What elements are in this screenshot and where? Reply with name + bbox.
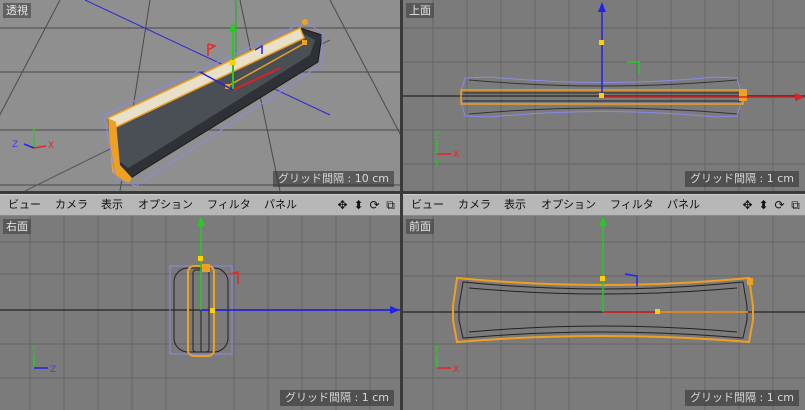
menu-panel[interactable]: パネル — [264, 198, 297, 212]
viewport-menubar-left: ビュー カメラ 表示 オプション フィルタ パネル ✥ ⬍ ⟳ ⧉ — [0, 194, 400, 216]
axis-indicator-front: Y X — [433, 345, 459, 375]
axis-indicator-top: Z X Y — [433, 131, 459, 169]
viewport-title-perspective[interactable]: 透視 — [3, 3, 31, 18]
right-grid — [0, 216, 400, 410]
front-gizmo[interactable] — [599, 216, 748, 314]
axis-indicator-right: Y Z — [30, 345, 56, 375]
svg-text:X: X — [453, 150, 459, 160]
svg-text:Y: Y — [433, 345, 440, 355]
viewport-title-front[interactable]: 前面 — [406, 219, 434, 234]
right-viewport[interactable]: Y Z 右面 グリッド間隔 : 1 cm — [0, 216, 400, 410]
viewport-menubar-right: ビュー カメラ 表示 オプション フィルタ パネル ✥ ⬍ ⟳ ⧉ — [403, 194, 805, 216]
front-scene: Y X — [403, 216, 805, 410]
menu-display[interactable]: 表示 — [504, 198, 526, 212]
menu-view[interactable]: ビュー — [411, 198, 444, 212]
menu-display[interactable]: 表示 — [101, 198, 123, 212]
perspective-viewport[interactable]: Y X Z 透視 グリッド間隔 : 10 cm — [0, 0, 400, 191]
svg-text:Z: Z — [434, 131, 440, 141]
right-scene: Y Z — [0, 216, 400, 410]
front-viewport[interactable]: Y X 前面 グリッド間隔 : 1 cm — [403, 216, 805, 410]
toggle-layout-icon[interactable]: ⧉ — [788, 197, 803, 213]
grid-spacing-top: グリッド間隔 : 1 cm — [685, 171, 799, 187]
svg-text:Y: Y — [433, 159, 440, 169]
dolly-view-icon[interactable]: ⬍ — [351, 197, 366, 213]
menu-camera[interactable]: カメラ — [55, 198, 88, 212]
svg-text:X: X — [453, 365, 459, 375]
menu-filter[interactable]: フィルタ — [610, 198, 654, 212]
svg-text:X: X — [48, 141, 54, 151]
svg-text:Y: Y — [30, 127, 37, 137]
menu-camera[interactable]: カメラ — [458, 198, 491, 212]
cinema4d-viewports: Y X Z 透視 グリッド間隔 : 10 cm Z X Y 上面 グリッド間隔 … — [0, 0, 805, 410]
svg-text:Z: Z — [50, 365, 56, 375]
top-scene: Z X Y — [403, 0, 805, 191]
svg-text:Y: Y — [30, 345, 37, 355]
top-viewport[interactable]: Z X Y 上面 グリッド間隔 : 1 cm — [403, 0, 805, 191]
grid-spacing-right: グリッド間隔 : 1 cm — [280, 390, 394, 406]
viewport-title-top[interactable]: 上面 — [406, 3, 434, 18]
menu-view[interactable]: ビュー — [8, 198, 41, 212]
menu-options[interactable]: オプション — [541, 198, 596, 212]
svg-text:Z: Z — [12, 140, 18, 150]
grid-spacing-front: グリッド間隔 : 1 cm — [685, 390, 799, 406]
perspective-scene: Y X Z — [0, 0, 400, 191]
axis-indicator: Y X Z — [12, 127, 54, 151]
front-grid — [403, 216, 805, 410]
rotate-view-icon[interactable]: ⟳ — [367, 197, 382, 213]
menu-panel[interactable]: パネル — [667, 198, 700, 212]
menu-filter[interactable]: フィルタ — [207, 198, 251, 212]
toggle-layout-icon[interactable]: ⧉ — [383, 197, 398, 213]
rotate-view-icon[interactable]: ⟳ — [772, 197, 787, 213]
grid-spacing-perspective: グリッド間隔 : 10 cm — [273, 171, 394, 187]
viewport-title-right[interactable]: 右面 — [3, 219, 31, 234]
perspective-object[interactable] — [103, 19, 323, 187]
move-view-icon[interactable]: ✥ — [740, 197, 755, 213]
dolly-view-icon[interactable]: ⬍ — [756, 197, 771, 213]
menu-options[interactable]: オプション — [138, 198, 193, 212]
move-view-icon[interactable]: ✥ — [335, 197, 350, 213]
